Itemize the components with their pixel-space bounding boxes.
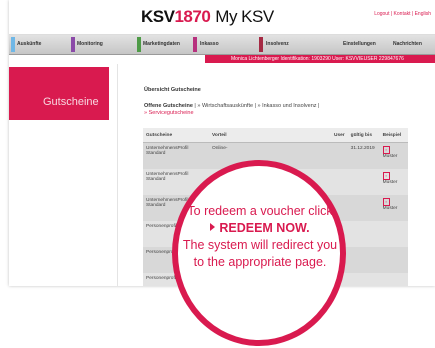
cell-beispiel[interactable]: ▪ Muster (379, 142, 408, 169)
page-title: Übersicht Gutscheine (144, 87, 201, 93)
nav-color-bar-insolvenz (259, 37, 263, 52)
column-header-user: User (331, 128, 348, 143)
table-header-row: Gutscheine Vorteil User gültig bis Beisp… (143, 128, 408, 143)
logo-ksv: KSV (141, 7, 175, 26)
cell-gueltig-bis (347, 273, 380, 286)
cell-gutschein: UnternehmensProfil Standard (143, 142, 209, 169)
column-header-blank (305, 128, 331, 143)
cell-blank (305, 142, 331, 169)
callout-line-1: To redeem a voucher click (187, 204, 333, 218)
nav-color-bar-monitoring (71, 37, 75, 52)
cell-gueltig-bis (347, 195, 380, 221)
sidebar-panel (9, 67, 109, 120)
nav-color-bar-inkasso (193, 37, 197, 52)
tab-offene-gutscheine[interactable]: Offene Gutscheine (144, 103, 193, 109)
tab-servicegutscheine[interactable]: » Servicegutscheine (144, 110, 194, 116)
sidebar-divider (117, 64, 118, 286)
voucher-tabs: Offene Gutscheine | » Wirtschaftsauskünf… (144, 103, 354, 117)
ksv-logo[interactable]: KSV1870 My KSV (141, 7, 274, 27)
pdf-icon: ▪ (382, 172, 390, 180)
arrow-right-icon (210, 223, 216, 231)
callout-action: REDEEM NOW. (180, 220, 340, 237)
nav-color-bar-marketingdaten (137, 37, 141, 52)
user-info-text: Monica Lichtenberger Identifikation: 190… (231, 56, 404, 62)
nav-item-nachrichten[interactable]: Nachrichten (393, 41, 422, 47)
cell-user (331, 169, 348, 195)
callout-line-2: The system will redirect you (182, 238, 338, 252)
callout-action-label: REDEEM NOW. (219, 221, 310, 235)
nav-color-bar-auskuenfte (11, 37, 15, 52)
sidebar-title: Gutscheine (43, 96, 99, 108)
column-header-vorteil: Vorteil (209, 128, 305, 143)
example-link[interactable]: Muster (383, 180, 398, 185)
nav-item-monitoring[interactable]: Monitoring (77, 41, 103, 47)
example-link[interactable]: Muster (383, 206, 398, 211)
example-link[interactable]: Muster (383, 154, 398, 159)
cell-beispiel (379, 247, 408, 273)
cell-gueltig-bis (347, 247, 380, 273)
logo-product: My KSV (215, 7, 274, 26)
cell-beispiel[interactable]: ▪ Muster (379, 195, 408, 221)
top-links[interactable]: Logout | Kontakt | English (374, 11, 431, 17)
header-bar: KSV1870 My KSV Logout | Kontakt | English (9, 0, 435, 35)
main-nav: Auskünfte Monitoring Marketingdaten Inka… (9, 35, 435, 55)
column-header-gueltig-bis: gültig bis (347, 128, 380, 143)
cell-gueltig-bis (347, 169, 380, 195)
nav-item-inkasso[interactable]: Inkasso (200, 41, 219, 47)
column-header-gutscheine: Gutscheine (143, 128, 209, 143)
cell-beispiel (379, 273, 408, 286)
nav-item-einstellungen[interactable]: Einstellungen (343, 41, 376, 47)
cell-gueltig-bis (347, 221, 380, 247)
nav-item-auskuenfte[interactable]: Auskünfte (17, 41, 41, 47)
cell-user (331, 142, 348, 169)
pdf-icon: ▪ (382, 198, 390, 206)
cell-beispiel[interactable]: ▪ Muster (379, 169, 408, 195)
cell-beispiel (379, 221, 408, 247)
nav-item-insolvenz[interactable]: Insolvenz (266, 41, 289, 47)
tab-links-rest[interactable]: | » Wirtschaftsauskünfte | » Inkasso und… (193, 103, 319, 109)
callout-text: To redeem a voucher click REDEEM NOW. Th… (180, 203, 340, 271)
nav-item-marketingdaten[interactable]: Marketingdaten (143, 41, 180, 47)
logo-year: 1870 (174, 7, 211, 26)
column-header-beispiel: Beispiel (379, 128, 408, 143)
cell-gueltig-bis: 31.12.2019 (347, 142, 380, 169)
callout-line-3: to the appropriate page. (193, 255, 327, 269)
pdf-icon: ▪ (382, 146, 390, 154)
